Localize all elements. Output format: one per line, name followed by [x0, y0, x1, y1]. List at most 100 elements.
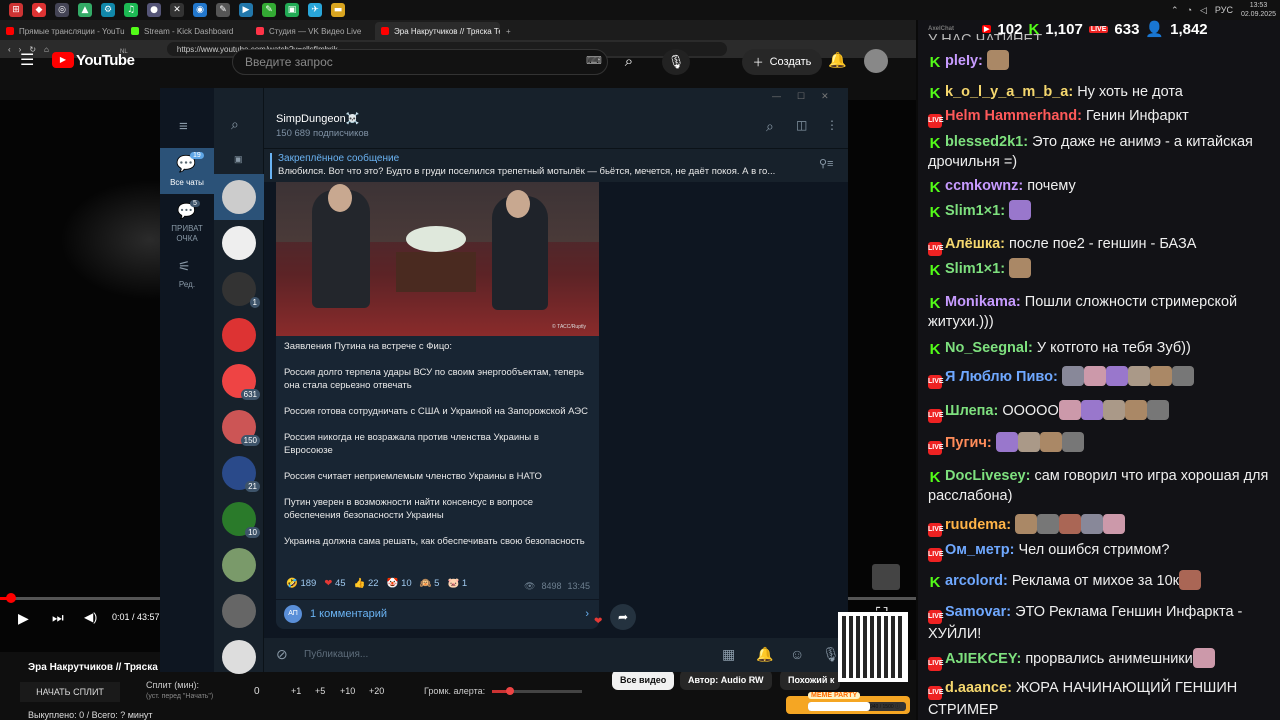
reaction[interactable]: ❤ 45: [324, 578, 345, 589]
folder-all-chats[interactable]: 💬 19 Все чаты: [160, 148, 214, 194]
menu-icon[interactable]: ☰: [20, 50, 34, 70]
obs-icon[interactable]: ●: [147, 3, 161, 17]
chat-avatar[interactable]: [222, 640, 256, 674]
bell-icon[interactable]: 🔔: [828, 51, 847, 69]
youtube-logo-icon[interactable]: ▶: [52, 52, 74, 68]
chat-avatar[interactable]: [222, 226, 256, 260]
chat-nickname[interactable]: Ом_метр:: [945, 542, 1014, 558]
minimize-icon[interactable]: —: [772, 91, 781, 102]
comments-button[interactable]: АП 1 комментарий ›: [276, 599, 599, 627]
chat-nickname[interactable]: k_o_l_y_a_m_b_a:: [945, 84, 1073, 100]
chip-similar[interactable]: Похожий к: [780, 670, 840, 690]
chat-nickname[interactable]: arcolord:: [945, 573, 1008, 589]
app-icon-9[interactable]: ◉: [193, 3, 207, 17]
avatar[interactable]: [864, 49, 888, 73]
app-icon-1[interactable]: ⊞: [9, 3, 23, 17]
chat-nickname[interactable]: DocLivesey:: [945, 468, 1030, 484]
chat-nickname[interactable]: ruudema:: [945, 517, 1011, 533]
spotify-icon[interactable]: ♫: [124, 3, 138, 17]
close-window-icon[interactable]: ✕: [821, 91, 829, 102]
reaction[interactable]: 🙉 5: [420, 578, 440, 589]
alert-volume-slider[interactable]: [492, 687, 582, 695]
hamburger-icon[interactable]: ≡: [179, 118, 188, 135]
chat-nickname[interactable]: Slim1×1:: [945, 261, 1005, 277]
browser-tab-1[interactable]: Прямые трансляции - YouTube Stu...: [0, 22, 125, 40]
chat-avatar[interactable]: [222, 594, 256, 628]
search-input[interactable]: Введите запрос: [232, 49, 608, 75]
compose-input[interactable]: Публикация...: [304, 649, 368, 660]
folder-private[interactable]: 💬 5 ПРИВАТ ОЧКА: [160, 198, 214, 248]
keyboard-icon[interactable]: ⌨: [586, 54, 602, 67]
chat-avatar[interactable]: [222, 180, 256, 214]
chat-avatar[interactable]: 150: [222, 410, 260, 446]
next-icon[interactable]: ⏭: [52, 610, 64, 626]
chat-nickname[interactable]: d.aaance:: [945, 680, 1012, 696]
chrome-icon[interactable]: ◎: [55, 3, 69, 17]
chat-nickname[interactable]: AJIEKCEY:: [945, 651, 1021, 667]
browser-tab-4[interactable]: Эра Накрутчиков // Тряска Тен...✕: [375, 22, 500, 40]
split-value[interactable]: 0: [254, 686, 260, 697]
app-icon-11[interactable]: ▶: [239, 3, 253, 17]
maximize-icon[interactable]: ☐: [797, 91, 805, 102]
tray-chevron-icon[interactable]: ⌃: [1171, 5, 1179, 16]
chat-nickname[interactable]: Slim1×1:: [945, 203, 1005, 219]
schedule-icon[interactable]: ▦: [722, 646, 735, 663]
chat-nickname[interactable]: Шлепа:: [945, 403, 998, 419]
chat-avatar[interactable]: 1: [222, 272, 260, 308]
pin-list-icon[interactable]: ⚲≡: [819, 157, 833, 170]
increment-5[interactable]: +5: [315, 686, 325, 696]
new-tab-button[interactable]: +: [500, 22, 520, 40]
volume-icon[interactable]: ◀): [84, 610, 97, 624]
chat-avatar[interactable]: [222, 318, 256, 352]
reaction[interactable]: 🐷 1: [447, 578, 467, 589]
start-split-button[interactable]: НАЧАТЬ СПЛИТ: [20, 682, 120, 702]
chip-all-videos[interactable]: Все видео: [612, 670, 675, 690]
wifi-icon[interactable]: ◔: [1187, 5, 1192, 15]
chat-nickname[interactable]: Алёшка:: [945, 236, 1005, 252]
chat-nickname[interactable]: Helm Hammerhand:: [945, 108, 1082, 124]
keyboard-lang[interactable]: РУС: [1215, 5, 1233, 15]
increment-1[interactable]: +1: [291, 686, 301, 696]
telegram-icon[interactable]: ✈: [308, 3, 322, 17]
brave-icon[interactable]: ◆: [32, 3, 46, 17]
emoji-icon[interactable]: ☺: [790, 646, 804, 662]
increment-10[interactable]: +10: [340, 686, 355, 696]
chat-nickname[interactable]: Я Люблю Пиво:: [945, 369, 1058, 385]
channel-header[interactable]: SimpDungeon☠️ 150 689 подписчиков ⌕ ◫ ⋮: [264, 88, 848, 148]
chat-avatar[interactable]: [222, 548, 256, 582]
browser-tab-3[interactable]: Студия — VK Видео Live: [250, 22, 375, 40]
sidebar-toggle-icon[interactable]: ◫: [796, 118, 807, 132]
increment-20[interactable]: +20: [369, 686, 384, 696]
create-button[interactable]: ＋ Создать: [742, 49, 822, 75]
app-icon-10[interactable]: ✎: [216, 3, 230, 17]
app-icon-8[interactable]: ✕: [170, 3, 184, 17]
slider-thumb[interactable]: [506, 687, 514, 695]
archive-icon[interactable]: ▣: [234, 154, 243, 165]
app-icon-12[interactable]: ✎: [262, 3, 276, 17]
share-button[interactable]: ➦: [610, 604, 636, 630]
volume-icon[interactable]: ◁: [1200, 5, 1207, 16]
chat-nickname[interactable]: Samovar:: [945, 604, 1011, 620]
bell-icon[interactable]: 🔔: [756, 646, 773, 663]
chat-nickname[interactable]: Пугич:: [945, 435, 992, 451]
app-icon-13[interactable]: ▣: [285, 3, 299, 17]
folder-edit[interactable]: ⚟ Ред.: [160, 258, 214, 298]
reaction[interactable]: 👍 22: [354, 578, 379, 589]
steam-icon[interactable]: ⚙: [101, 3, 115, 17]
search-icon[interactable]: ⌕: [231, 116, 239, 133]
search-icon[interactable]: ⌕: [766, 118, 774, 135]
search-icon[interactable]: ⌕: [612, 49, 646, 75]
chat-avatar[interactable]: 631: [222, 364, 260, 400]
post-photo[interactable]: © ТАСС/Ruptly: [276, 182, 599, 336]
pinned-message-bar[interactable]: Закреплённое сообщение Влюбился. Вот что…: [264, 148, 848, 182]
browser-tab-2[interactable]: Stream - Kick Dashboard: [125, 22, 250, 40]
more-icon[interactable]: ⋮: [826, 118, 838, 132]
chat-avatar[interactable]: 10: [222, 502, 260, 538]
folder-icon[interactable]: ▬: [331, 3, 345, 17]
app-icon-4[interactable]: ▲: [78, 3, 92, 17]
chip-author[interactable]: Автор: Audio RW: [680, 670, 772, 690]
play-icon[interactable]: ▶: [18, 610, 29, 627]
mic-icon[interactable]: 🎙: [662, 49, 690, 75]
chat-avatar[interactable]: 21: [222, 456, 260, 492]
reaction[interactable]: 🤣 189: [286, 578, 316, 589]
